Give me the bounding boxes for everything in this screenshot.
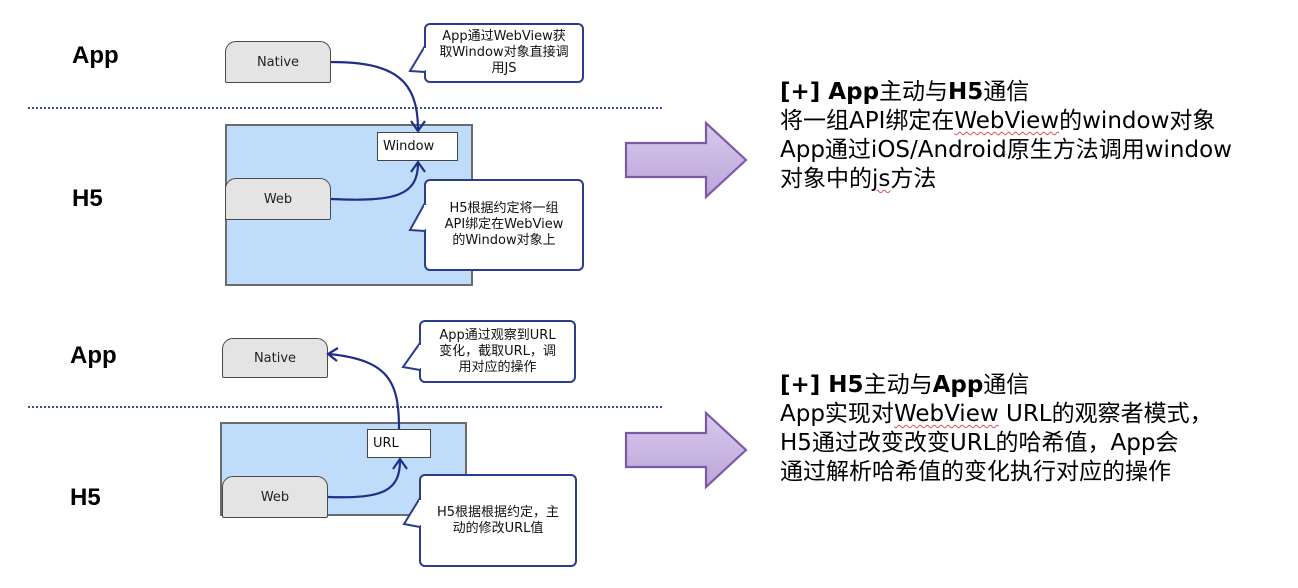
description-line: App实现对WebView URL的观察者模式， bbox=[780, 400, 1213, 429]
description-app-to-h5: [+] App主动与H5通信 将一组API绑定在WebView的window对象… bbox=[780, 78, 1232, 194]
callout-line: 动的修改URL值 bbox=[452, 520, 544, 536]
callout-tail bbox=[401, 342, 421, 371]
layer-label-h5: H5 bbox=[72, 185, 103, 212]
right-arrow-icon bbox=[624, 410, 748, 490]
description-h5-to-app: [+] H5主动与App通信 App实现对WebView URL的观察者模式， … bbox=[780, 371, 1213, 487]
description-heading: [+] H5主动与App通信 bbox=[780, 371, 1213, 400]
callout-app-explanation: App通过观察到URL 变化，截取URL，调 用对应的操作 bbox=[419, 320, 576, 383]
flow-native-to-window bbox=[330, 60, 420, 131]
description-line: 通过解析哈希值的变化执行对应的操作 bbox=[780, 458, 1213, 487]
spellcheck-word: WebView bbox=[954, 108, 1060, 134]
callout-tail bbox=[408, 45, 426, 73]
callout-app-explanation: App通过WebView获 取Window对象直接调 用JS bbox=[424, 23, 584, 83]
callout-line: App通过WebView获 bbox=[442, 29, 566, 44]
description-line: 将一组API绑定在WebView的window对象 bbox=[780, 107, 1232, 136]
diagram-h5-to-app: App H5 Native Web URL App通过观察到URL 变化，截取U… bbox=[0, 298, 680, 588]
text-span: 对象中的 bbox=[780, 166, 872, 192]
arrowhead-icon bbox=[326, 347, 339, 362]
heading-part: App bbox=[932, 372, 984, 398]
text-span: 的window对象 bbox=[1059, 108, 1216, 134]
text-span: App通过iOS/Android原生方法调用window bbox=[780, 137, 1232, 163]
callout-line: 的Window对象上 bbox=[452, 233, 556, 248]
heading-part: 通信 bbox=[983, 372, 1030, 398]
description-line: 对象中的js方法 bbox=[780, 165, 1232, 194]
web-component: Web bbox=[222, 476, 328, 518]
callout-line: API绑定在WebView bbox=[444, 217, 564, 232]
heading-part: [+] App bbox=[780, 79, 880, 105]
callout-line: 取Window对象直接调 bbox=[439, 45, 569, 60]
text-span: H5通过改变改变URL的哈希值，App会 bbox=[780, 430, 1179, 456]
description-line: App通过iOS/Android原生方法调用window bbox=[780, 136, 1232, 165]
text-span: URL的观察者模式， bbox=[998, 401, 1213, 427]
url-box: URL bbox=[367, 429, 431, 458]
heading-part: 主动与 bbox=[863, 372, 933, 398]
web-component: Web bbox=[225, 178, 331, 220]
text-span: 通过解析哈希值的变化执行对应的操作 bbox=[780, 459, 1171, 485]
callout-line: 变化，截取URL，调 bbox=[439, 343, 556, 359]
heading-part: 主动与 bbox=[879, 79, 949, 105]
layer-label-h5: H5 bbox=[70, 484, 101, 511]
layer-label-app: App bbox=[72, 42, 119, 69]
layer-divider bbox=[28, 406, 662, 408]
diagram-app-to-h5: App H5 Native Web Window App通过WebView获 取… bbox=[0, 0, 680, 290]
spellcheck-word: js bbox=[872, 166, 891, 192]
window-object-box: Window bbox=[377, 132, 458, 161]
native-component: Native bbox=[225, 41, 331, 83]
description-heading: [+] App主动与H5通信 bbox=[780, 78, 1232, 107]
text-span: 方法 bbox=[890, 166, 937, 192]
callout-line: H5根据约定将一组 bbox=[449, 201, 559, 216]
description-line: H5通过改变改变URL的哈希值，App会 bbox=[780, 429, 1213, 458]
text-span: 将一组API绑定在 bbox=[780, 108, 955, 134]
native-component: Native bbox=[222, 338, 328, 378]
callout-line: 用对应的操作 bbox=[458, 359, 537, 375]
layer-label-app: App bbox=[70, 342, 117, 369]
callout-h5-explanation: H5根据约定将一组 API绑定在WebView 的Window对象上 bbox=[424, 179, 584, 271]
callout-line: App通过观察到URL bbox=[439, 327, 556, 343]
spellcheck-word: WebView bbox=[893, 401, 999, 427]
callout-line: H5根据根据约定，主 bbox=[436, 504, 560, 520]
heading-part: [+] H5 bbox=[780, 372, 864, 398]
callout-line: 用JS bbox=[491, 61, 517, 76]
heading-part: 通信 bbox=[983, 79, 1030, 105]
layer-divider bbox=[28, 107, 662, 109]
heading-part: H5 bbox=[948, 79, 984, 105]
text-span: App实现对 bbox=[780, 401, 894, 427]
right-arrow-icon bbox=[624, 120, 748, 200]
callout-h5-explanation: H5根据根据约定，主 动的修改URL值 bbox=[419, 474, 577, 567]
flow-url-to-native bbox=[328, 352, 401, 430]
